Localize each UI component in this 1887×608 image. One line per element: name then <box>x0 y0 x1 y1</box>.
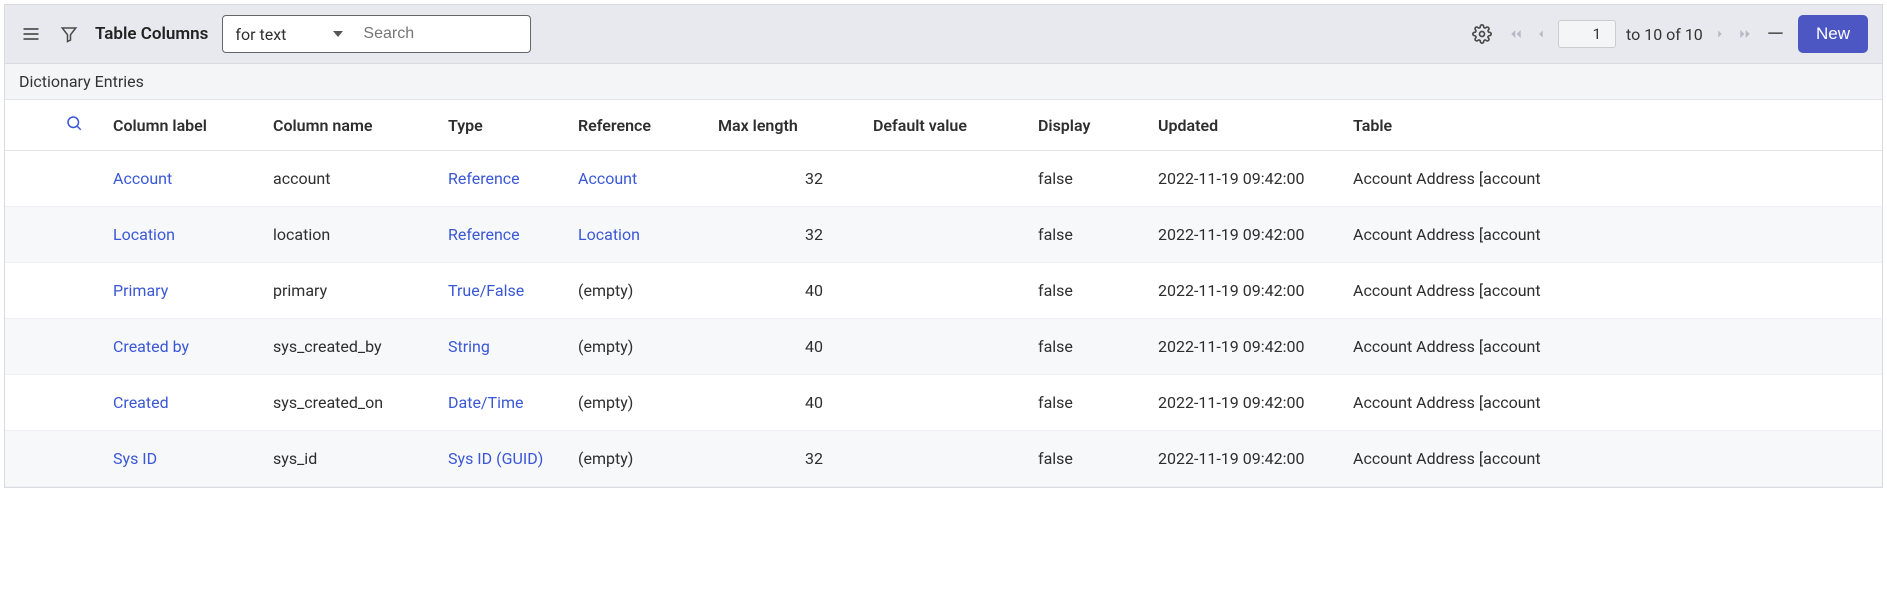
list-panel: Table Columns for text 1 <box>4 4 1883 488</box>
cell-max-length: 40 <box>708 375 863 431</box>
cell-table: Account Address [account <box>1343 151 1882 207</box>
menu-icon[interactable] <box>19 22 43 46</box>
cell-type[interactable]: String <box>438 319 568 375</box>
cell-reference: (empty) <box>568 263 708 319</box>
cell-updated: 2022-11-19 09:42:00 <box>1148 319 1343 375</box>
col-header-default[interactable]: Default value <box>863 100 1028 151</box>
cell-reference: (empty) <box>568 431 708 487</box>
cell-column-name: sys_id <box>263 431 438 487</box>
table-row[interactable]: Created bysys_created_byString(empty)40 f… <box>5 319 1882 375</box>
table-row[interactable]: Sys IDsys_idSys ID (GUID)(empty)32 false2… <box>5 431 1882 487</box>
col-header-type[interactable]: Type <box>438 100 568 151</box>
last-page-icon[interactable] <box>1737 26 1753 42</box>
page-number-input[interactable]: 1 <box>1558 20 1616 48</box>
cell-type[interactable]: Reference <box>438 207 568 263</box>
cell-display: false <box>1028 263 1148 319</box>
collapse-icon[interactable]: — <box>1767 22 1784 47</box>
search-mode-value: for text <box>235 25 286 44</box>
table-row[interactable]: Createdsys_created_onDate/Time(empty)40 f… <box>5 375 1882 431</box>
cell-column-label[interactable]: Account <box>103 151 263 207</box>
col-header-display[interactable]: Display <box>1028 100 1148 151</box>
cell-table: Account Address [account <box>1343 431 1882 487</box>
cell-updated: 2022-11-19 09:42:00 <box>1148 375 1343 431</box>
cell-column-name: sys_created_by <box>263 319 438 375</box>
cell-reference: (empty) <box>568 319 708 375</box>
subheader: Dictionary Entries <box>5 64 1882 100</box>
cell-updated: 2022-11-19 09:42:00 <box>1148 431 1343 487</box>
cell-type[interactable]: Sys ID (GUID) <box>438 431 568 487</box>
table-row[interactable]: AccountaccountReferenceAccount32false202… <box>5 151 1882 207</box>
new-button[interactable]: New <box>1798 15 1868 53</box>
cell-column-label[interactable]: Created <box>103 375 263 431</box>
cell-reference[interactable]: Account <box>568 151 708 207</box>
col-header-reference[interactable]: Reference <box>568 100 708 151</box>
pager: 1 to 10 of 10 <box>1508 20 1753 48</box>
first-page-icon[interactable] <box>1508 26 1524 42</box>
cell-table: Account Address [account <box>1343 375 1882 431</box>
next-page-icon[interactable] <box>1713 27 1727 41</box>
cell-table: Account Address [account <box>1343 319 1882 375</box>
data-table: Column label Column name Type Reference … <box>5 100 1882 487</box>
cell-updated: 2022-11-19 09:42:00 <box>1148 207 1343 263</box>
cell-reference: (empty) <box>568 375 708 431</box>
col-header-max[interactable]: Max length <box>708 100 863 151</box>
cell-table: Account Address [account <box>1343 263 1882 319</box>
cell-default-value <box>863 431 1028 487</box>
cell-column-name: sys_created_on <box>263 375 438 431</box>
cell-default-value <box>863 207 1028 263</box>
cell-default-value <box>863 375 1028 431</box>
cell-display: false <box>1028 207 1148 263</box>
cell-type[interactable]: Date/Time <box>438 375 568 431</box>
cell-updated: 2022-11-19 09:42:00 <box>1148 151 1343 207</box>
cell-column-label[interactable]: Location <box>103 207 263 263</box>
cell-column-name: location <box>263 207 438 263</box>
cell-column-label[interactable]: Sys ID <box>103 431 263 487</box>
cell-default-value <box>863 263 1028 319</box>
cell-max-length: 32 <box>708 207 863 263</box>
cell-column-label[interactable]: Created by <box>103 319 263 375</box>
search-mode-select[interactable]: for text <box>222 15 352 53</box>
cell-display: false <box>1028 431 1148 487</box>
cell-type[interactable]: Reference <box>438 151 568 207</box>
cell-default-value <box>863 151 1028 207</box>
filter-icon[interactable] <box>57 22 81 46</box>
cell-type[interactable]: True/False <box>438 263 568 319</box>
table-header-row: Column label Column name Type Reference … <box>5 100 1882 151</box>
cell-display: false <box>1028 319 1148 375</box>
cell-max-length: 32 <box>708 151 863 207</box>
chevron-down-icon <box>333 31 343 37</box>
cell-table: Account Address [account <box>1343 207 1882 263</box>
cell-max-length: 40 <box>708 263 863 319</box>
prev-page-icon[interactable] <box>1534 27 1548 41</box>
col-header-label[interactable]: Column label <box>103 100 263 151</box>
table-row[interactable]: PrimaryprimaryTrue/False(empty)40 false20… <box>5 263 1882 319</box>
search-icon[interactable] <box>65 117 83 136</box>
toolbar: Table Columns for text 1 <box>5 5 1882 64</box>
search-input[interactable] <box>351 15 531 53</box>
cell-max-length: 32 <box>708 431 863 487</box>
cell-updated: 2022-11-19 09:42:00 <box>1148 263 1343 319</box>
cell-default-value <box>863 319 1028 375</box>
col-header-table[interactable]: Table <box>1343 100 1882 151</box>
table-row[interactable]: LocationlocationReferenceLocation32false… <box>5 207 1882 263</box>
page-range-label: to 10 of 10 <box>1626 25 1703 44</box>
cell-display: false <box>1028 151 1148 207</box>
gear-icon[interactable] <box>1470 22 1494 46</box>
cell-display: false <box>1028 375 1148 431</box>
cell-reference[interactable]: Location <box>568 207 708 263</box>
cell-column-name: account <box>263 151 438 207</box>
cell-column-name: primary <box>263 263 438 319</box>
col-header-name[interactable]: Column name <box>263 100 438 151</box>
cell-column-label[interactable]: Primary <box>103 263 263 319</box>
col-header-updated[interactable]: Updated <box>1148 100 1343 151</box>
toolbar-title: Table Columns <box>95 24 208 44</box>
cell-max-length: 40 <box>708 319 863 375</box>
